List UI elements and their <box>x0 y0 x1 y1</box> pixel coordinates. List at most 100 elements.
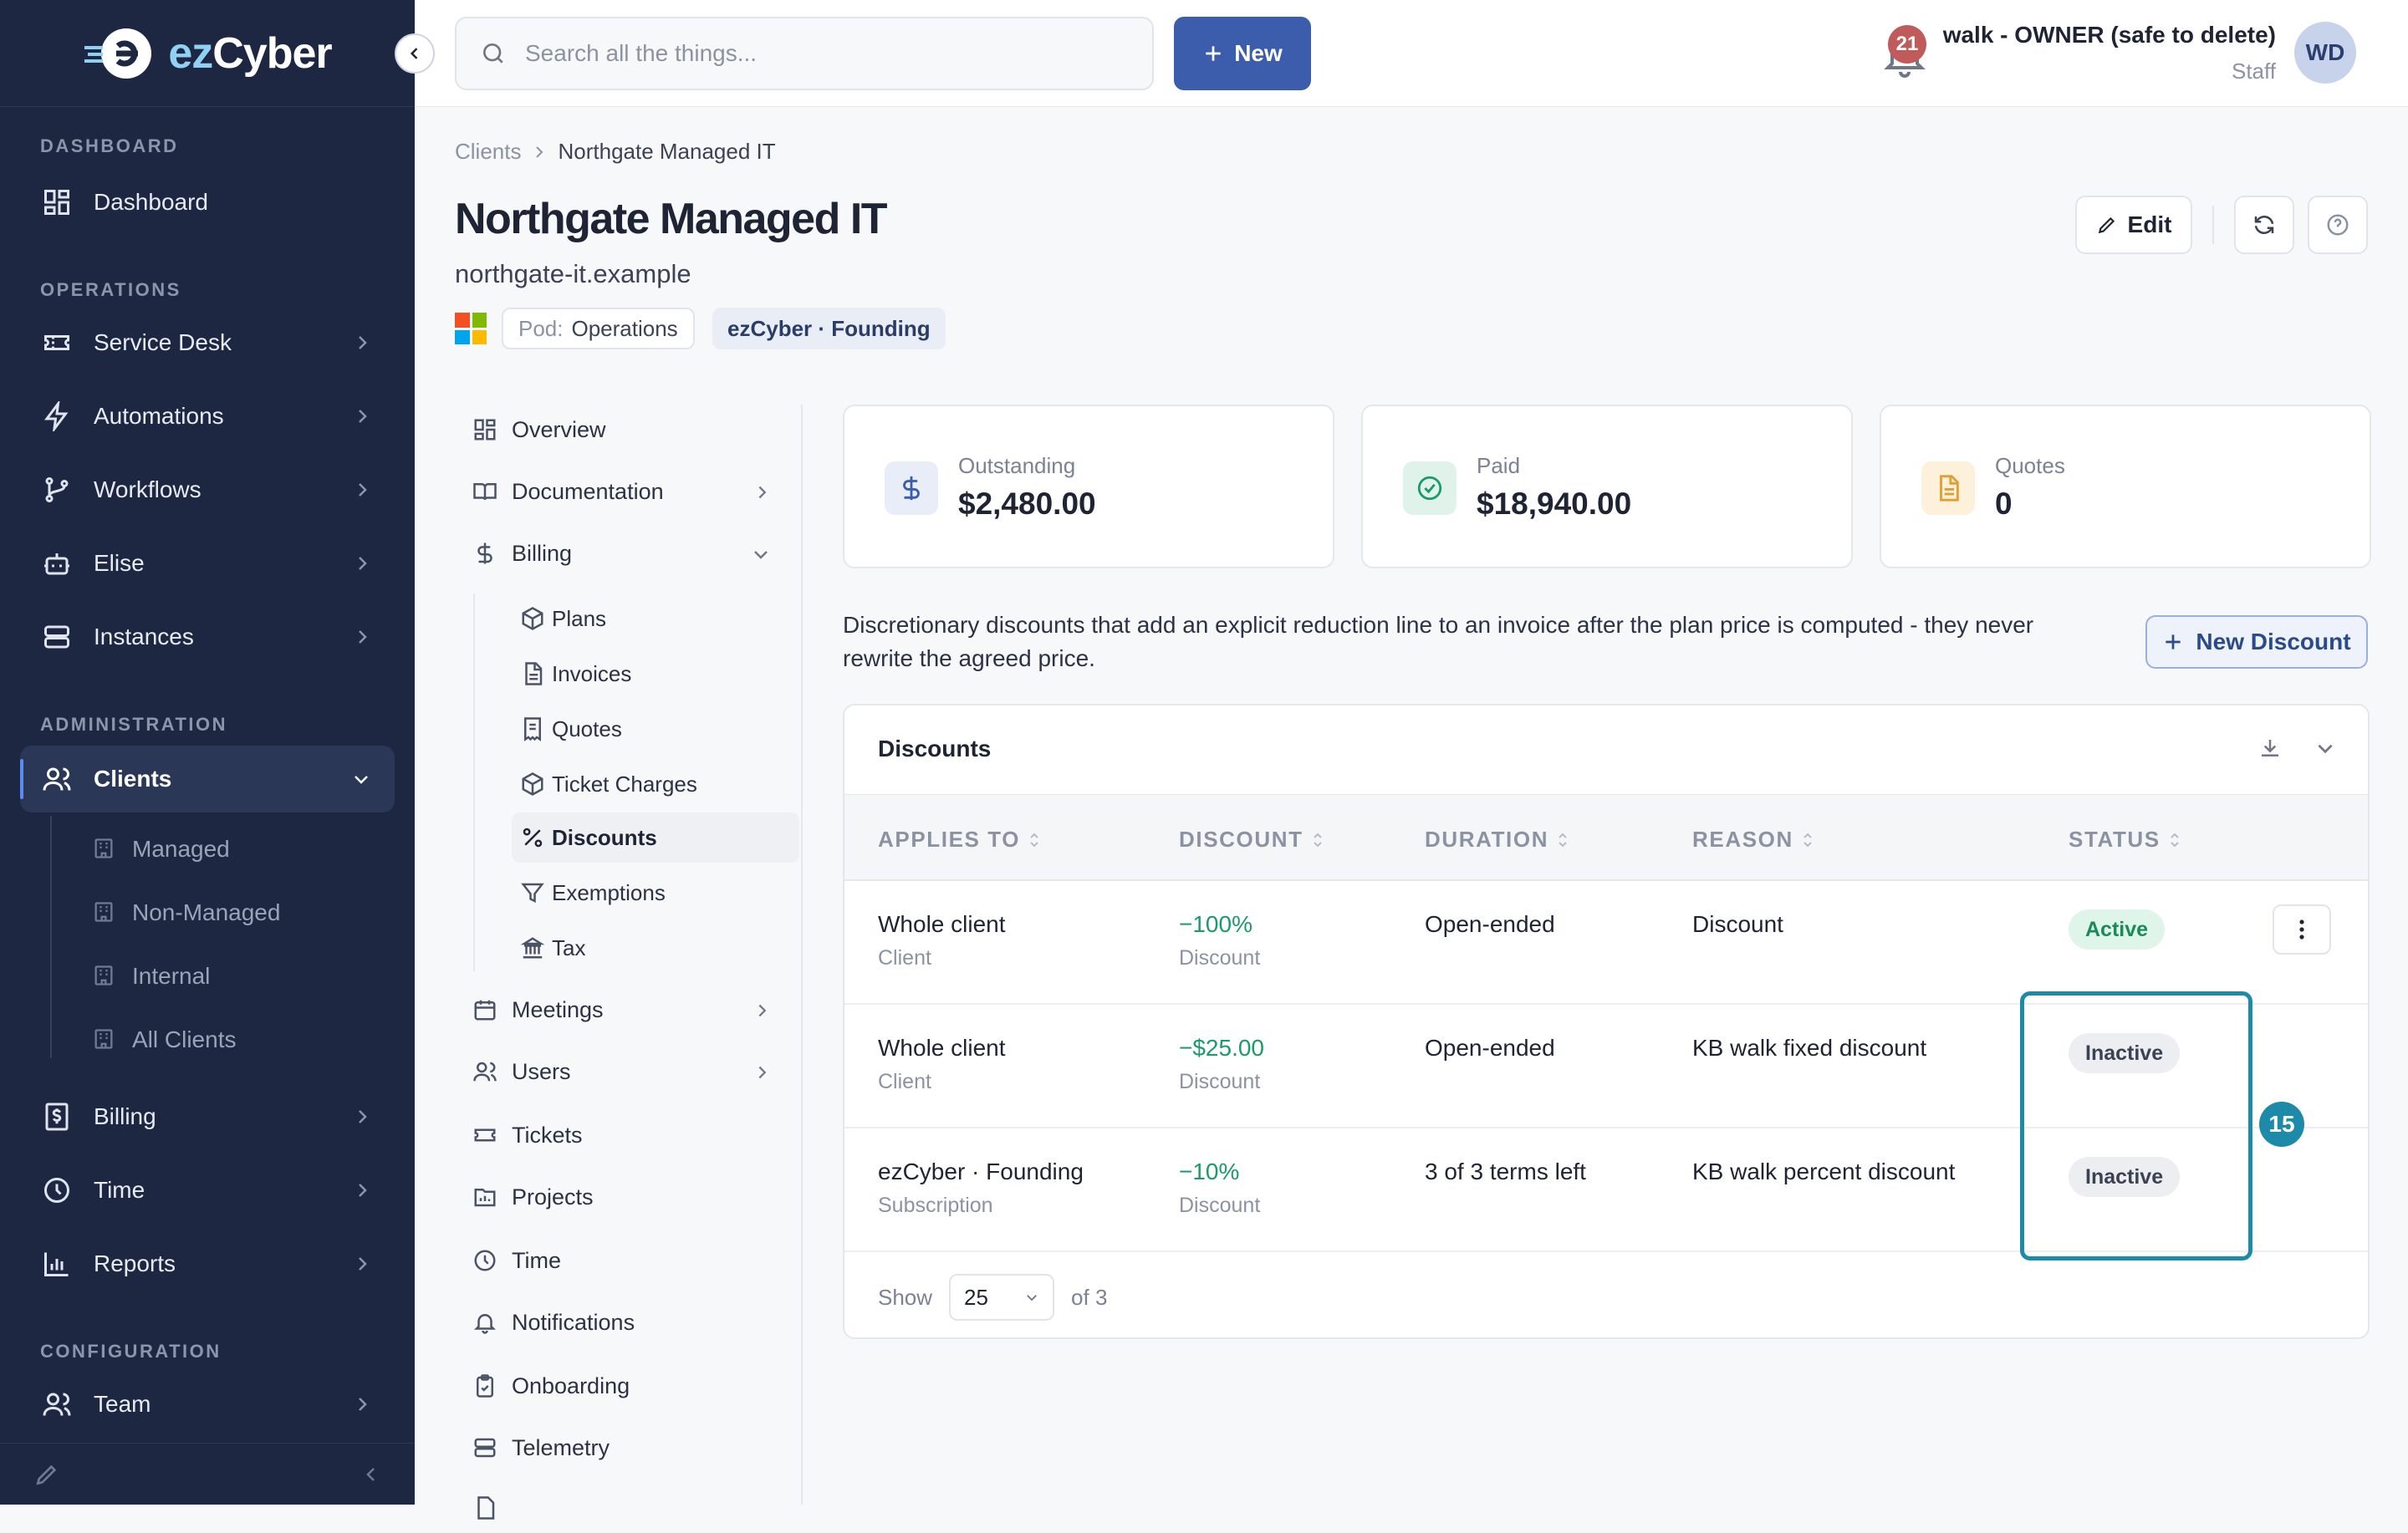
refresh-button[interactable] <box>2234 196 2294 254</box>
column-reason[interactable]: REASON <box>1692 827 1814 853</box>
brand-name: ezCyber <box>168 28 332 78</box>
subnav-time[interactable]: Time <box>472 1235 561 1286</box>
sidebar-item-billing[interactable]: Billing <box>20 1083 395 1150</box>
subnav-label: Quotes <box>552 716 622 741</box>
sidebar-subitem-label: Non-Managed <box>132 899 281 925</box>
avatar[interactable]: WD <box>2294 22 2356 84</box>
sidebar-subitem-managed[interactable]: Managed <box>92 824 230 874</box>
subnav-more-item[interactable] <box>472 1483 512 1533</box>
microsoft-logo-icon <box>455 313 487 344</box>
subnav-meetings[interactable]: Meetings <box>472 985 604 1035</box>
subnav-discounts[interactable]: Discounts <box>512 812 799 863</box>
sidebar-subitem-label: Internal <box>132 963 211 989</box>
sidebar-subitem-non-managed[interactable]: Non-Managed <box>92 888 280 938</box>
section-label-operations: OPERATIONS <box>40 279 181 300</box>
new-discount-button[interactable]: New Discount <box>2145 615 2368 669</box>
subnav-guide-line <box>473 593 475 971</box>
sidebar-subitem-internal[interactable]: Internal <box>92 951 210 1001</box>
subnav-billing[interactable]: Billing <box>472 528 572 578</box>
edit-button-label: Edit <box>2127 211 2172 237</box>
sidebar-item-instances[interactable]: Instances <box>20 604 395 670</box>
collapse-sidebar-icon[interactable] <box>361 1464 381 1485</box>
subnav-label: Ticket Charges <box>552 771 697 797</box>
column-status[interactable]: STATUS <box>2069 827 2181 853</box>
clipboard-check-icon <box>472 1373 498 1399</box>
sidebar-item-automations[interactable]: Automations <box>20 383 395 450</box>
column-applies-to[interactable]: APPLIES TO <box>878 827 1040 853</box>
subnav-exemptions[interactable]: Exemptions <box>512 868 799 918</box>
new-button[interactable]: New <box>1174 17 1311 90</box>
table-row[interactable]: Whole client Client −100% Discount Open-en… <box>844 881 2368 1005</box>
section-label-administration: ADMINISTRATION <box>40 714 228 735</box>
subnav-ticket-charges[interactable]: Ticket Charges <box>512 759 799 809</box>
sidebar-subitem-label: Managed <box>132 836 230 862</box>
column-discount[interactable]: DISCOUNT <box>1179 827 1324 853</box>
grid-icon <box>40 186 74 219</box>
search-input[interactable]: Search all the things... <box>455 17 1154 90</box>
chevron-right-icon <box>754 1063 771 1082</box>
pod-badge[interactable]: Pod: Operations <box>502 308 695 349</box>
search-placeholder: Search all the things... <box>525 40 758 66</box>
chevron-right-icon <box>355 553 371 573</box>
cell-reason: KB walk fixed discount <box>1692 1035 1927 1061</box>
sort-icon <box>1802 830 1814 850</box>
chevron-down-icon[interactable] <box>2314 737 2336 759</box>
building-icon <box>92 1027 117 1052</box>
subnav-notifications[interactable]: Notifications <box>472 1297 635 1347</box>
chevron-left-icon <box>406 45 423 62</box>
sidebar-item-clients[interactable]: Clients <box>20 746 395 812</box>
subnav-users[interactable]: Users <box>472 1047 571 1097</box>
breadcrumb-current: Northgate Managed IT <box>558 139 776 164</box>
edit-button[interactable]: Edit <box>2075 196 2192 254</box>
subnav-documentation[interactable]: Documentation <box>472 466 664 517</box>
subnav-label: Discounts <box>552 824 657 850</box>
users-icon <box>472 1058 498 1085</box>
subnav-projects[interactable]: Projects <box>472 1172 594 1222</box>
sidebar-item-team[interactable]: Team <box>20 1371 395 1438</box>
clock-icon <box>472 1247 498 1274</box>
sidebar-item-workflows[interactable]: Workflows <box>20 456 395 523</box>
folder-chart-icon <box>472 1184 498 1210</box>
sidebar-item-service-desk[interactable]: Service Desk <box>20 309 395 376</box>
pod-value: Operations <box>571 315 678 341</box>
plan-badge[interactable]: ezCyber · Founding <box>712 308 946 349</box>
sidebar-subitem-all-clients[interactable]: All Clients <box>92 1015 236 1065</box>
download-icon[interactable] <box>2258 736 2283 761</box>
pencil-icon[interactable] <box>33 1461 60 1488</box>
breadcrumb-root[interactable]: Clients <box>455 139 521 165</box>
sidebar-footer <box>0 1443 415 1505</box>
status-badge: Active <box>2069 909 2166 950</box>
sidebar-item-time[interactable]: Time <box>20 1157 395 1224</box>
sidebar-item-reports[interactable]: Reports <box>20 1230 395 1297</box>
topbar: Search all the things... New 21 walk - O… <box>415 0 2408 107</box>
subnav-label: Telemetry <box>512 1434 610 1460</box>
subnav-onboarding[interactable]: Onboarding <box>472 1361 630 1411</box>
help-button[interactable] <box>2308 196 2368 254</box>
subnav-tickets[interactable]: Tickets <box>472 1110 583 1160</box>
sidebar-collapse-button[interactable] <box>395 33 435 74</box>
bell-icon <box>472 1309 498 1336</box>
subnav-label: Users <box>512 1058 571 1084</box>
brand-logo[interactable]: ezCyber <box>0 0 415 107</box>
subnav-overview[interactable]: Overview <box>472 405 606 455</box>
annotation-marker: 15 <box>2259 1102 2304 1147</box>
subnav-plans[interactable]: Plans <box>512 593 799 644</box>
receipt-icon <box>520 716 545 741</box>
sidebar-item-dashboard[interactable]: Dashboard <box>20 169 395 236</box>
building-icon <box>92 964 117 989</box>
sidebar-item-elise[interactable]: Elise <box>20 530 395 597</box>
column-duration[interactable]: DURATION <box>1425 827 1569 853</box>
subnav-quotes[interactable]: Quotes <box>512 704 799 754</box>
lightning-icon <box>40 400 74 433</box>
chevron-right-icon <box>533 144 546 160</box>
subnav-invoices[interactable]: Invoices <box>512 649 799 699</box>
package-icon <box>520 772 545 797</box>
git-branch-icon <box>40 473 74 507</box>
clock-icon <box>40 1174 74 1207</box>
row-actions-button[interactable] <box>2273 904 2331 955</box>
pencil-icon <box>2096 214 2118 236</box>
subnav-telemetry[interactable]: Telemetry <box>472 1423 610 1473</box>
subnav-tax[interactable]: Tax <box>512 923 799 973</box>
breadcrumb: Clients Northgate Managed IT <box>455 139 776 165</box>
page-size-select[interactable]: 25 <box>949 1274 1055 1321</box>
